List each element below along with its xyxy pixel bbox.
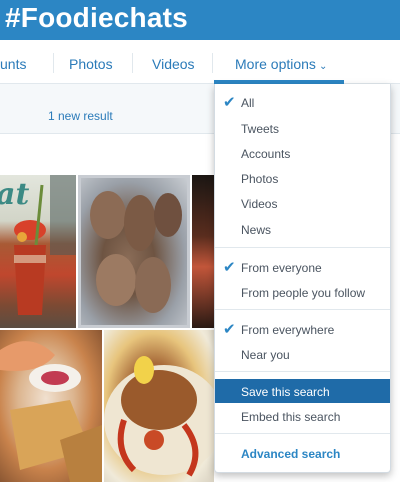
menu-item-accounts[interactable]: Accounts <box>215 141 390 165</box>
menu-item-all[interactable]: ✔ All <box>215 90 390 114</box>
more-options-dropdown: ✔ All Tweets Accounts Photos Videos News… <box>214 84 391 473</box>
menu-item-advanced-search[interactable]: Advanced search <box>215 441 390 465</box>
menu-item-label: From everyone <box>241 261 322 275</box>
menu-item-from-everywhere[interactable]: ✔ From everywhere <box>215 317 390 341</box>
tab-divider <box>132 53 133 73</box>
menu-item-from-people-you-follow[interactable]: From people you follow <box>215 280 390 304</box>
menu-item-label: Accounts <box>241 147 291 161</box>
new-results-text: 1 new result <box>48 109 113 123</box>
menu-item-label: Advanced search <box>241 447 341 461</box>
menu-item-label: From people you follow <box>241 286 366 300</box>
checkmark-icon: ✔ <box>223 321 236 338</box>
photo-crawfish-plate[interactable] <box>104 330 214 482</box>
menu-item-news[interactable]: News <box>215 217 390 241</box>
photo-shrimp-nachos[interactable] <box>0 330 102 482</box>
crawfish-plate-illustration <box>104 356 214 477</box>
menu-item-label: Tweets <box>241 122 280 136</box>
photo-bloody-mary[interactable]: at <box>0 175 76 328</box>
menu-item-label: News <box>241 223 272 237</box>
tab-more-options[interactable]: More options ⌄ <box>235 56 327 72</box>
shrimp-nachos-illustration <box>0 341 102 482</box>
checkmark-icon: ✔ <box>223 94 236 111</box>
tab-videos[interactable]: Videos <box>152 56 195 72</box>
photo-dark-dish[interactable] <box>192 175 214 328</box>
menu-item-label: From everywhere <box>241 323 335 337</box>
menu-item-label: Videos <box>241 197 278 211</box>
menu-item-save-this-search[interactable]: Save this search <box>215 379 390 403</box>
menu-item-label: Photos <box>241 172 279 186</box>
app-header: #Foodiechats <box>0 0 400 40</box>
page-title: #Foodiechats <box>5 2 188 33</box>
tab-accounts[interactable]: unts <box>0 56 26 72</box>
menu-item-near-you[interactable]: Near you <box>215 342 390 366</box>
menu-item-label: Embed this search <box>241 410 341 424</box>
menu-item-label: All <box>241 96 255 110</box>
checkmark-icon: ✔ <box>223 259 236 276</box>
search-tabs-bar: unts Photos Videos More options ⌄ <box>0 40 400 84</box>
menu-item-label: Save this search <box>241 385 330 399</box>
lobster-tails-illustration <box>78 175 190 328</box>
tab-divider <box>53 53 54 73</box>
menu-item-tweets[interactable]: Tweets <box>215 116 390 140</box>
menu-item-from-everyone[interactable]: ✔ From everyone <box>215 255 390 279</box>
tab-photos[interactable]: Photos <box>69 56 113 72</box>
bloody-mary-illustration <box>14 175 76 315</box>
menu-divider <box>215 433 390 434</box>
tab-more-options-label: More options <box>235 56 316 72</box>
tab-divider <box>212 53 213 73</box>
menu-item-label: Near you <box>241 348 290 362</box>
menu-divider <box>215 309 390 310</box>
menu-item-videos[interactable]: Videos <box>215 191 390 215</box>
chevron-down-icon: ⌄ <box>318 61 328 72</box>
photo-lobster-tails[interactable] <box>78 175 190 328</box>
menu-divider <box>215 371 390 372</box>
menu-item-photos[interactable]: Photos <box>215 166 390 190</box>
menu-divider <box>215 247 390 248</box>
menu-item-embed-this-search[interactable]: Embed this search <box>215 404 390 428</box>
